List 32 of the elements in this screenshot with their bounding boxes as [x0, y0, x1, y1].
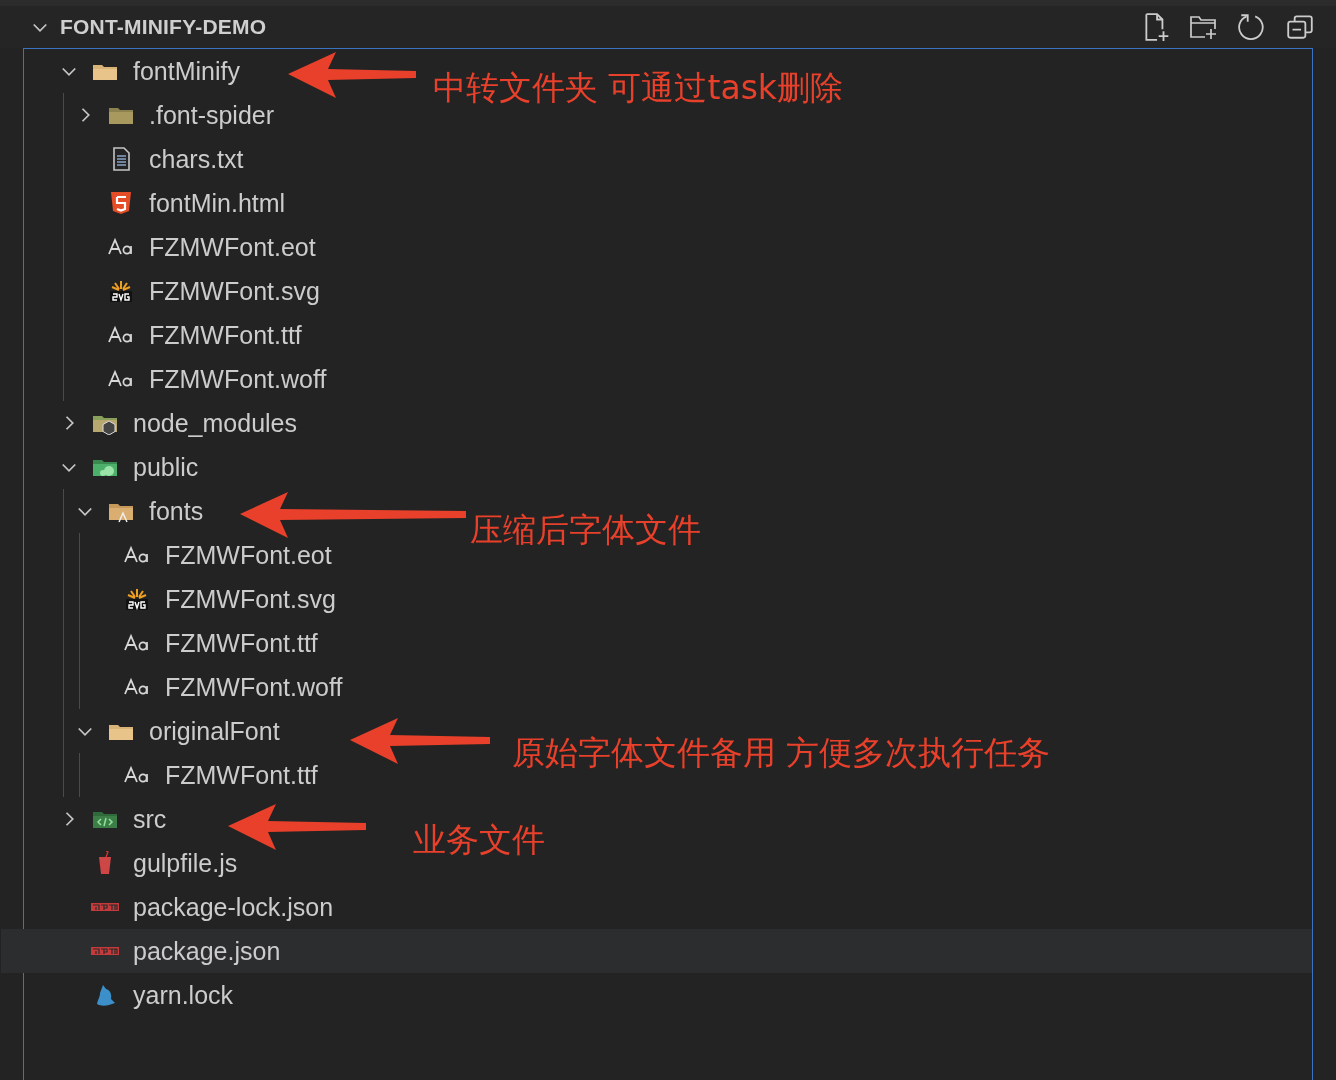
- refresh-icon[interactable]: [1237, 12, 1267, 42]
- file-name[interactable]: FZMWFont.ttf: [149, 320, 302, 350]
- file-name[interactable]: fontMin.html: [149, 188, 286, 218]
- file-name[interactable]: FZMWFont.svg: [165, 584, 336, 614]
- file-name[interactable]: yarn.lock: [133, 980, 234, 1010]
- file-name[interactable]: public: [133, 452, 199, 482]
- file-name[interactable]: package.json: [133, 936, 281, 966]
- file-name[interactable]: FZMWFont.svg: [149, 276, 320, 306]
- svg-file-icon: [107, 279, 135, 303]
- file-name[interactable]: fonts: [149, 496, 204, 526]
- file-name[interactable]: FZMWFont.woff: [149, 364, 327, 394]
- file-name[interactable]: FZMWFont.woff: [165, 672, 343, 702]
- file-name[interactable]: fontMinify: [133, 56, 240, 86]
- hovered-row[interactable]: package.json: [1, 929, 1312, 973]
- file-name[interactable]: node_modules: [133, 408, 297, 438]
- collapse-all-icon[interactable]: [1285, 12, 1315, 42]
- annotation: 业务文件: [413, 819, 545, 861]
- file-name[interactable]: FZMWFont.eot: [165, 540, 332, 570]
- file-name[interactable]: .font-spider: [149, 100, 275, 130]
- file-name[interactable]: package-lock.json: [133, 892, 334, 922]
- file-name[interactable]: FZMWFont.eot: [149, 232, 316, 262]
- annotation: 原始字体文件备用 方便多次执行任务: [512, 732, 1051, 774]
- file-name[interactable]: chars.txt: [149, 144, 244, 174]
- annotation: 压缩后字体文件: [470, 509, 701, 551]
- file-name[interactable]: FZMWFont.ttf: [165, 628, 318, 658]
- file-name[interactable]: originalFont: [149, 716, 280, 746]
- svg-file-icon: [123, 587, 151, 611]
- annotation: 中转文件夹 可通过task删除: [433, 67, 843, 109]
- file-name[interactable]: gulpfile.js: [133, 848, 238, 878]
- file-name[interactable]: FZMWFont.ttf: [165, 760, 318, 790]
- file-name[interactable]: src: [133, 804, 167, 834]
- folder-title: FONT-MINIFY-DEMO: [60, 15, 267, 39]
